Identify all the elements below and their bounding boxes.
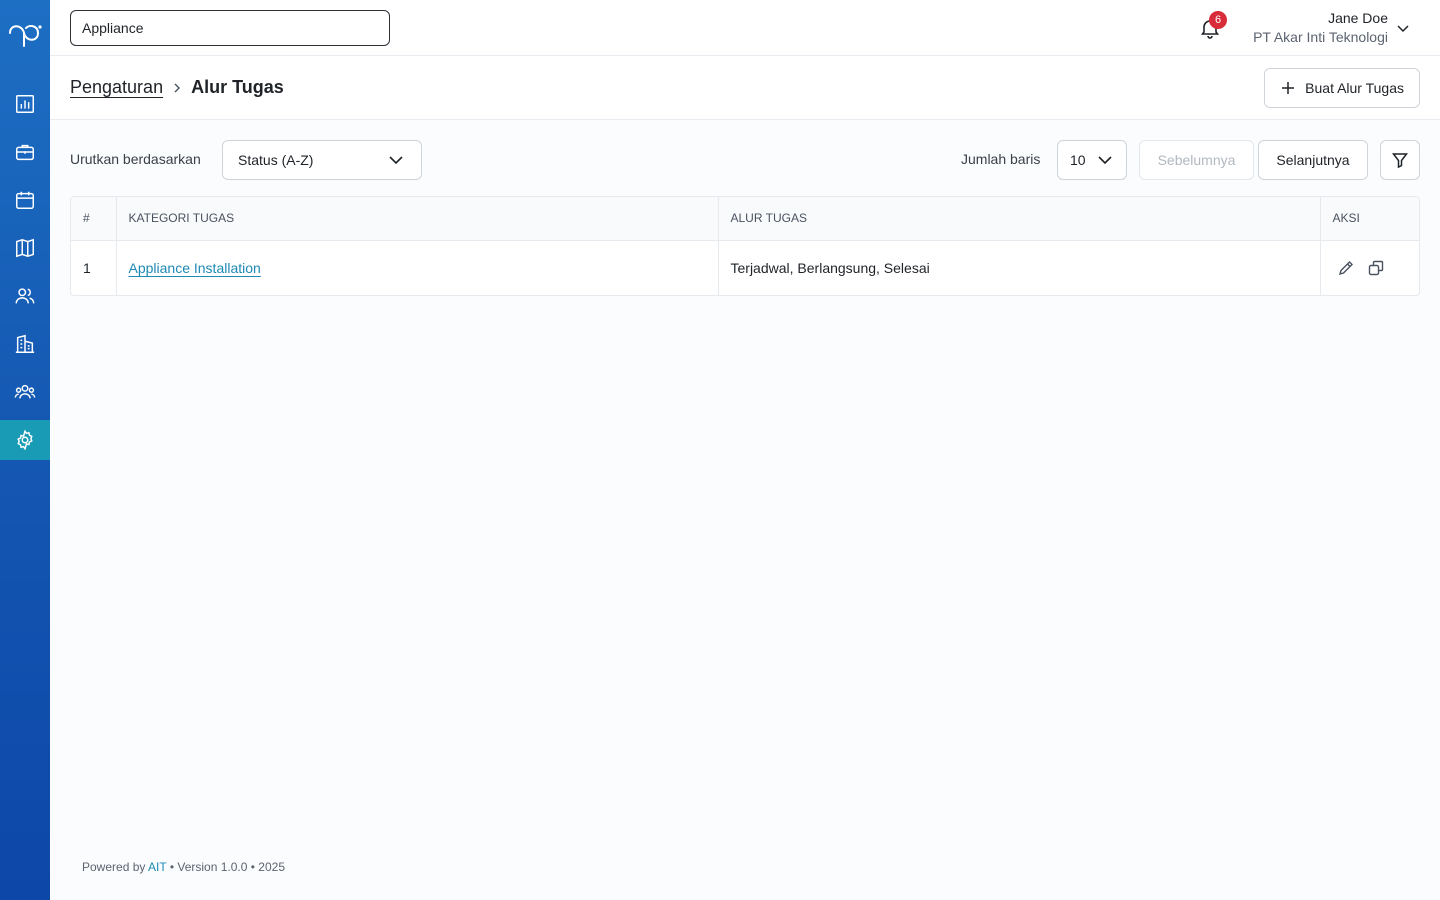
sort-select[interactable]: Status (A-Z): [222, 140, 422, 180]
create-workflow-button[interactable]: Buat Alur Tugas: [1264, 68, 1420, 108]
column-header-workflow: ALUR TUGAS: [718, 197, 1321, 241]
footer-version: • Version 1.0.0 • 2025: [169, 860, 285, 874]
pencil-icon: [1338, 260, 1353, 275]
create-workflow-label: Buat Alur Tugas: [1305, 80, 1404, 96]
edit-button[interactable]: [1337, 259, 1355, 277]
footer-prefix: Powered by: [82, 860, 146, 874]
row-actions: [1320, 240, 1419, 295]
sidebar-item-map[interactable]: [0, 228, 50, 268]
sidebar-item-jobs[interactable]: [0, 132, 50, 172]
sort-label: Urutkan berdasarkan: [70, 151, 201, 167]
chevron-right-icon: [174, 83, 181, 92]
footer: Powered by AIT • Version 1.0.0 • 2025: [82, 860, 285, 874]
column-header-actions: AKSI: [1320, 197, 1419, 241]
chart-bar-icon: [16, 95, 34, 113]
footer-brand-link[interactable]: AIT: [148, 860, 166, 874]
page-header: Pengaturan Alur Tugas Buat Alur Tugas: [50, 56, 1440, 120]
rows-per-page-value: 10: [1070, 152, 1086, 168]
category-link[interactable]: Appliance Installation: [129, 260, 261, 276]
top-header: 6 Jane Doe PT Akar Inti Teknologi: [50, 0, 1440, 56]
users-icon: [15, 288, 35, 304]
rows-per-page-select[interactable]: 10: [1057, 140, 1127, 180]
team-icon: [14, 384, 36, 399]
chevron-down-icon: [1098, 156, 1112, 165]
calendar-icon: [16, 191, 34, 209]
duplicate-button[interactable]: [1367, 259, 1385, 277]
sidebar-item-schedule[interactable]: [0, 180, 50, 220]
user-menu[interactable]: Jane Doe PT Akar Inti Teknologi: [1253, 9, 1388, 47]
table-row: 1 Appliance Installation Terjadwal, Berl…: [71, 240, 1419, 295]
sidebar-item-users[interactable]: [0, 276, 50, 316]
breadcrumb: Pengaturan Alur Tugas: [70, 77, 284, 98]
sidebar: [0, 0, 50, 900]
user-organization: PT Akar Inti Teknologi: [1253, 29, 1388, 45]
copy-icon: [1368, 260, 1383, 275]
building-icon: [15, 334, 35, 353]
map-icon: [16, 238, 34, 258]
filter-icon: [1391, 153, 1409, 169]
chevron-down-icon[interactable]: [1395, 20, 1411, 36]
sidebar-item-companies[interactable]: [0, 324, 50, 364]
chevron-down-icon: [389, 156, 403, 165]
table-header-row: # KATEGORI TUGAS ALUR TUGAS AKSI: [71, 197, 1419, 241]
rows-per-page-label: Jumlah baris: [961, 151, 1041, 167]
search-input[interactable]: [70, 10, 390, 46]
gear-icon: [17, 429, 33, 451]
sidebar-item-teams[interactable]: [0, 372, 50, 412]
user-name: Jane Doe: [1328, 10, 1388, 26]
filter-button[interactable]: [1380, 140, 1420, 180]
row-number: 1: [71, 240, 117, 295]
workflow-table: # KATEGORI TUGAS ALUR TUGAS AKSI 1 Appli…: [70, 196, 1420, 296]
plus-icon: [1282, 82, 1295, 94]
previous-page-button[interactable]: Sebelumnya: [1139, 140, 1254, 180]
sort-select-value: Status (A-Z): [238, 152, 314, 168]
column-header-category: KATEGORI TUGAS: [116, 197, 719, 241]
breadcrumb-settings-link[interactable]: Pengaturan: [70, 77, 163, 98]
row-workflow: Terjadwal, Berlangsung, Selesai: [718, 240, 1321, 295]
briefcase-icon: [16, 144, 34, 161]
column-header-number: #: [71, 197, 117, 241]
sidebar-item-settings[interactable]: [0, 420, 50, 460]
notification-badge: 6: [1209, 11, 1227, 29]
sidebar-item-dashboard[interactable]: [0, 84, 50, 124]
page-title: Alur Tugas: [191, 77, 284, 97]
app-logo-icon[interactable]: [6, 16, 44, 50]
next-page-button[interactable]: Selanjutnya: [1258, 140, 1368, 180]
row-category-cell: Appliance Installation: [116, 240, 719, 295]
